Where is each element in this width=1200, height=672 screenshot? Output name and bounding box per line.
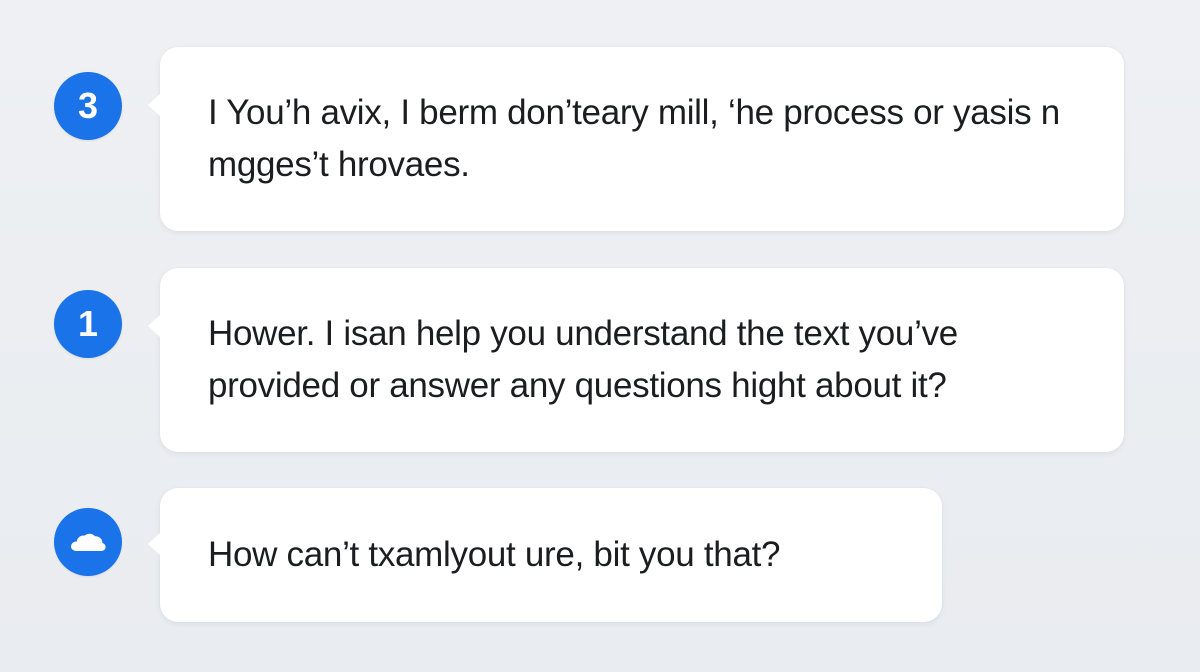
avatar-badge-number: 3 — [77, 85, 99, 126]
avatar-badge-number: 1 — [77, 303, 99, 344]
cloud-icon — [71, 533, 106, 551]
avatar-badge[interactable]: 1 — [54, 290, 122, 358]
message-bubble[interactable]: Hower. I isan help you understand the te… — [148, 268, 1124, 452]
chat-thread: 3 I You’h avix, I berm don’teary mill, ‘… — [0, 0, 1200, 672]
avatar-badge[interactable] — [54, 508, 122, 576]
message-text: I You’h avix, I berm don’teary mill, ‘he… — [208, 93, 1060, 184]
message-text: How can’t txamlyout ure, bit you that? — [208, 535, 781, 574]
message-text: Hower. I isan help you understand the te… — [208, 314, 958, 405]
message-bubble[interactable]: How can’t txamlyout ure, bit you that? — [148, 488, 942, 622]
avatar-badge[interactable]: 3 — [54, 72, 122, 140]
message-bubble[interactable]: I You’h avix, I berm don’teary mill, ‘he… — [148, 47, 1124, 231]
